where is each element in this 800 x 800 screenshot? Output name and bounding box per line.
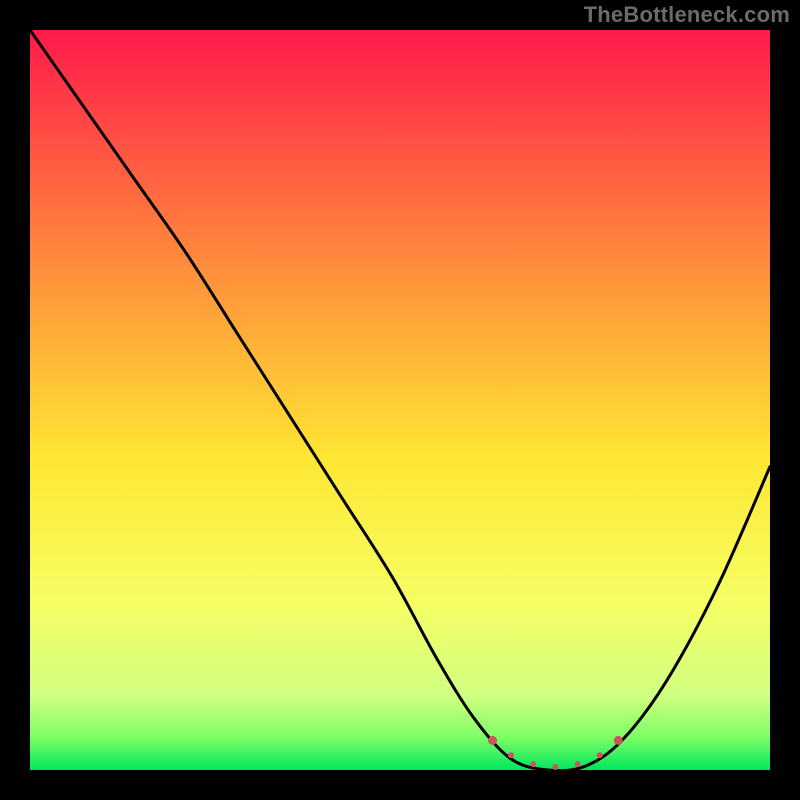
watermark-text: TheBottleneck.com — [584, 2, 790, 28]
gradient-background — [30, 30, 770, 770]
chart-container: TheBottleneck.com — [0, 0, 800, 800]
bottleneck-chart — [0, 0, 800, 800]
